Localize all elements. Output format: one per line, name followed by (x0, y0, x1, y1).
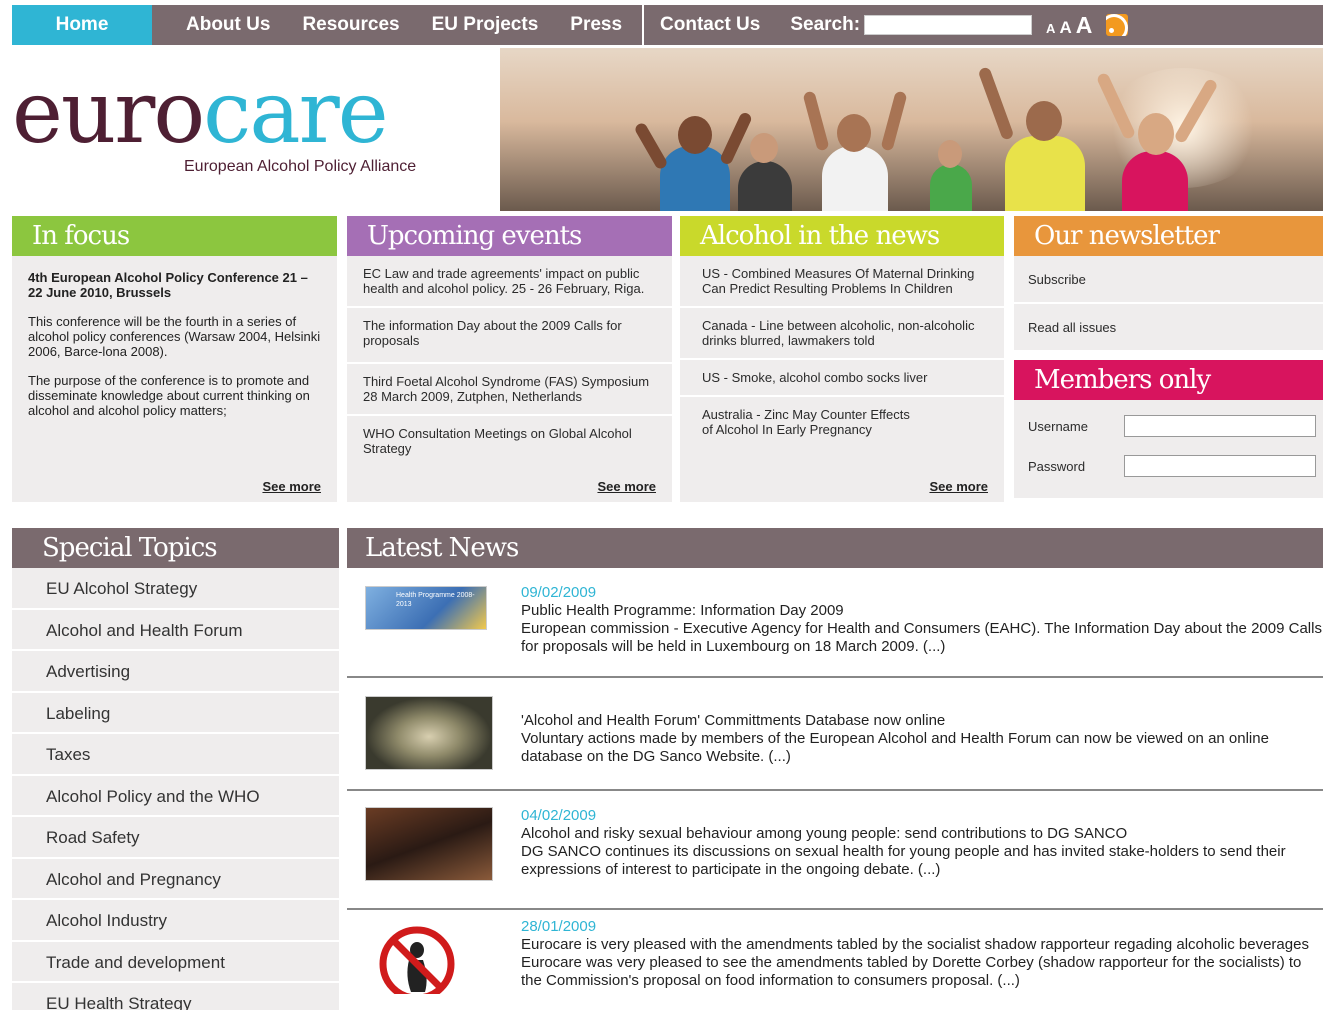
news-box-item[interactable]: Canada - Line between alcoholic, non-alc… (680, 308, 1004, 360)
username-field[interactable] (1124, 415, 1316, 437)
banner-person (920, 116, 980, 211)
news-thumbnail[interactable] (365, 807, 493, 881)
font-size-small-button[interactable]: A (1046, 21, 1055, 36)
news-box-item[interactable]: Australia - Zinc May Counter Effects of … (680, 397, 1004, 447)
nav-press[interactable]: Press (554, 5, 642, 45)
nav-eu-projects[interactable]: EU Projects (416, 5, 555, 45)
topic-advertising[interactable]: Advertising (12, 651, 339, 693)
topic-labeling[interactable]: Labeling (12, 692, 339, 734)
newsletter-read-all-link[interactable]: Read all issues (1014, 304, 1323, 352)
in-focus-see-more-link[interactable]: See more (262, 479, 321, 494)
thumbnail-caption: Health Programme 2008-2013 (396, 592, 475, 608)
topic-alcohol-and-health-forum[interactable]: Alcohol and Health Forum (12, 609, 339, 651)
username-label: Username (1028, 418, 1088, 434)
news-thumbnail[interactable]: Health Programme 2008-2013 (365, 586, 487, 630)
in-focus-headline[interactable]: 4th European Alcohol Policy Conference 2… (28, 270, 321, 300)
nav-about-us[interactable]: About Us (170, 5, 286, 45)
news-date: 04/02/2009 (521, 807, 597, 824)
news-item: 28/01/2009 Eurocare is very pleased with… (347, 910, 1323, 1010)
topic-alcohol-policy-who[interactable]: Alcohol Policy and the WHO (12, 775, 339, 817)
topic-alcohol-and-pregnancy[interactable]: Alcohol and Pregnancy (12, 858, 339, 900)
username-row: Username (1014, 406, 1323, 446)
no-pregnant-drinking-icon (379, 926, 455, 994)
upcoming-events-box: Upcoming events EC Law and trade agreeme… (347, 216, 672, 502)
logo-euro-text: euro (12, 63, 205, 163)
font-size-large-button[interactable]: A (1076, 12, 1093, 39)
latest-news-panel: Latest News Health Programme 2008-2013 0… (347, 528, 1323, 1010)
news-date: 09/02/2009 (521, 584, 597, 601)
news-title-link[interactable]: Eurocare is very pleased with the amendm… (521, 936, 1317, 954)
news-thumbnail[interactable] (365, 696, 493, 770)
nav-home[interactable]: Home (12, 5, 152, 45)
news-title-link[interactable]: Public Health Programme: Information Day… (521, 602, 1323, 620)
no-pregnant-drinking-icon[interactable] (365, 920, 493, 994)
newsletter-title: Our newsletter (1014, 216, 1323, 256)
members-only-title: Members only (1014, 360, 1323, 400)
topic-road-safety[interactable]: Road Safety (12, 817, 339, 859)
banner-person (1095, 71, 1219, 211)
alcohol-in-news-title: Alcohol in the news (680, 216, 1004, 256)
topic-taxes[interactable]: Taxes (12, 734, 339, 776)
news-title-link[interactable]: 'Alcohol and Health Forum' Committments … (521, 712, 1323, 730)
events-see-more-link[interactable]: See more (597, 479, 656, 494)
news-box-item[interactable]: US - Smoke, alcohol combo socks liver (680, 360, 1004, 397)
search-input[interactable] (864, 15, 1033, 35)
banner-person (633, 91, 754, 211)
password-row: Password (1014, 446, 1323, 486)
banner-person (802, 86, 908, 211)
event-item[interactable]: The information Day about the 2009 Calls… (347, 308, 672, 364)
event-item[interactable]: WHO Consultation Meetings on Global Alco… (347, 416, 672, 466)
logo-care-text: care (203, 63, 388, 163)
banner-person (977, 61, 1100, 211)
alcohol-in-news-box: Alcohol in the news US - Combined Measur… (680, 216, 1004, 502)
event-item[interactable]: EC Law and trade agreements' impact on p… (347, 256, 672, 308)
topic-trade-and-development[interactable]: Trade and development (12, 941, 339, 983)
top-navigation: Home About Us Resources EU Projects Pres… (12, 5, 1323, 45)
nav-resources[interactable]: Resources (286, 5, 415, 45)
topic-eu-alcohol-strategy[interactable]: EU Alcohol Strategy (12, 568, 339, 610)
topic-alcohol-industry[interactable]: Alcohol Industry (12, 900, 339, 942)
banner-person (730, 111, 800, 211)
nav-contact-us[interactable]: Contact Us (644, 5, 776, 45)
font-size-controls: A A A (1046, 12, 1092, 39)
latest-news-title: Latest News (347, 528, 1323, 568)
event-item[interactable]: Third Foetal Alcohol Syndrome (FAS) Symp… (347, 364, 672, 416)
topic-eu-health-strategy[interactable]: EU Health Strategy (12, 983, 339, 1010)
in-focus-paragraph: The purpose of the conference is to prom… (28, 373, 310, 418)
news-item: 'Alcohol and Health Forum' Committments … (347, 678, 1323, 791)
news-item: 04/02/2009 Alcohol and risky sexual beha… (347, 791, 1323, 910)
news-summary: Eurocare was very pleased to see the ame… (521, 954, 1302, 989)
font-size-medium-button[interactable]: A (1059, 18, 1071, 38)
news-summary: European commission - Executive Agency f… (521, 620, 1322, 655)
logo-tagline: European Alcohol Policy Alliance (184, 158, 417, 175)
special-topics-title: Special Topics (12, 528, 339, 568)
news-box-item[interactable]: US - Combined Measures Of Maternal Drink… (680, 256, 1004, 308)
site-logo[interactable]: eurocare European Alcohol Policy Allianc… (12, 70, 492, 190)
newsletter-subscribe-link[interactable]: Subscribe (1014, 256, 1323, 304)
news-box-see-more-link[interactable]: See more (929, 479, 988, 494)
in-focus-box: In focus 4th European Alcohol Policy Con… (12, 216, 337, 502)
search-label: Search: (790, 14, 861, 35)
password-field[interactable] (1124, 455, 1316, 477)
newsletter-box: Our newsletter Subscribe Read all issues… (1014, 216, 1323, 498)
in-focus-paragraph: This conference will be the fourth in a … (28, 314, 321, 359)
news-summary: Voluntary actions made by members of the… (521, 730, 1269, 765)
special-topics-panel: Special Topics EU Alcohol Strategy Alcoh… (12, 528, 339, 1010)
news-summary: DG SANCO continues its discussions on se… (521, 843, 1286, 878)
upcoming-events-title: Upcoming events (347, 216, 672, 256)
header-banner-image (500, 48, 1323, 211)
rss-icon[interactable] (1106, 14, 1129, 36)
news-title-link[interactable]: Alcohol and risky sexual behaviour among… (521, 825, 1323, 843)
password-label: Password (1028, 458, 1086, 474)
in-focus-title: In focus (12, 216, 337, 256)
news-date: 28/01/2009 (521, 918, 597, 935)
news-item: Health Programme 2008-2013 09/02/2009 Pu… (347, 568, 1323, 678)
